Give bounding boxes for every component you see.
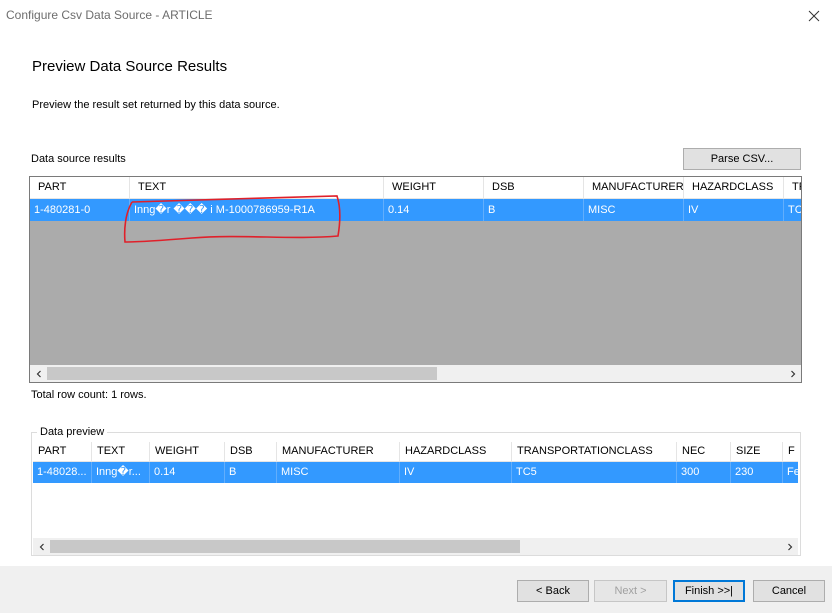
- finish-button[interactable]: Finish >>|: [673, 580, 745, 602]
- preview-cell-text: Inng�r...: [92, 462, 150, 483]
- column-header-text[interactable]: TEXT: [130, 177, 384, 199]
- preview-cell-weight: 0.14: [150, 462, 225, 483]
- close-icon: [808, 10, 820, 22]
- parse-csv-button[interactable]: Parse CSV...: [683, 148, 801, 170]
- cell-hazardclass: IV: [684, 199, 784, 221]
- chevron-left-icon: [39, 543, 44, 550]
- next-button[interactable]: Next >: [594, 580, 667, 602]
- preview-header-hazardclass[interactable]: HAZARDCLASS: [400, 442, 512, 462]
- close-button[interactable]: [800, 2, 828, 30]
- preview-scroll-left-button[interactable]: [33, 538, 50, 555]
- preview-header-f[interactable]: F: [783, 442, 798, 462]
- title-bar: Configure Csv Data Source - ARTICLE: [0, 0, 832, 32]
- preview-header-manufacturer[interactable]: MANUFACTURER: [277, 442, 400, 462]
- cancel-button[interactable]: Cancel: [753, 580, 825, 602]
- column-header-part[interactable]: PART: [30, 177, 130, 199]
- chevron-right-icon: [790, 370, 795, 377]
- preview-grid-header: PART TEXT WEIGHT DSB MANUFACTURER HAZARD…: [33, 442, 798, 462]
- table-row[interactable]: 1-48028... Inng�r... 0.14 B MISC IV TC5 …: [33, 462, 798, 483]
- chevron-right-icon: [787, 543, 792, 550]
- preview-header-dsb[interactable]: DSB: [225, 442, 277, 462]
- results-label: Data source results: [31, 153, 126, 165]
- total-row-count: Total row count: 1 rows.: [31, 389, 147, 401]
- preview-scrollbar-thumb[interactable]: [50, 540, 520, 553]
- preview-cell-dsb: B: [225, 462, 277, 483]
- preview-header-weight[interactable]: WEIGHT: [150, 442, 225, 462]
- page-description: Preview the result set returned by this …: [32, 99, 280, 111]
- scroll-right-button[interactable]: [784, 365, 801, 382]
- preview-horizontal-scrollbar[interactable]: [33, 538, 798, 555]
- preview-cell-size: 230: [731, 462, 783, 483]
- preview-grid[interactable]: PART TEXT WEIGHT DSB MANUFACTURER HAZARD…: [33, 442, 798, 555]
- chevron-left-icon: [36, 370, 41, 377]
- scroll-left-button[interactable]: [30, 365, 47, 382]
- preview-scroll-right-button[interactable]: [781, 538, 798, 555]
- cell-dsb: B: [484, 199, 584, 221]
- horizontal-scrollbar[interactable]: [30, 365, 801, 382]
- cell-weight: 0.14: [384, 199, 484, 221]
- preview-cell-f: Fe: [783, 462, 798, 483]
- column-header-weight[interactable]: WEIGHT: [384, 177, 484, 199]
- preview-cell-transportationclass: TC5: [512, 462, 677, 483]
- preview-cell-part: 1-48028...: [33, 462, 92, 483]
- preview-header-part[interactable]: PART: [33, 442, 92, 462]
- preview-header-size[interactable]: SIZE: [731, 442, 783, 462]
- page-title: Preview Data Source Results: [32, 58, 228, 75]
- back-button[interactable]: < Back: [517, 580, 589, 602]
- table-row[interactable]: 1-480281-0 Inng�r ��� i M-1000786959-R1A…: [30, 199, 801, 221]
- scrollbar-thumb[interactable]: [47, 367, 437, 380]
- column-header-hazardclass[interactable]: HAZARDCLASS: [684, 177, 784, 199]
- cell-text: Inng�r ��� i M-1000786959-R1A: [130, 199, 384, 221]
- column-header-dsb[interactable]: DSB: [484, 177, 584, 199]
- cell-part: 1-480281-0: [30, 199, 130, 221]
- preview-header-nec[interactable]: NEC: [677, 442, 731, 462]
- cell-manufacturer: MISC: [584, 199, 684, 221]
- column-header-manufacturer[interactable]: MANUFACTURER: [584, 177, 684, 199]
- preview-header-text[interactable]: TEXT: [92, 442, 150, 462]
- preview-cell-nec: 300: [677, 462, 731, 483]
- cell-transportationclass: TC5: [784, 199, 801, 221]
- preview-cell-manufacturer: MISC: [277, 462, 400, 483]
- window-title: Configure Csv Data Source - ARTICLE: [6, 8, 213, 22]
- column-header-transportationclass[interactable]: TR: [784, 177, 801, 199]
- preview-header-transportationclass[interactable]: TRANSPORTATIONCLASS: [512, 442, 677, 462]
- data-preview-legend: Data preview: [37, 426, 108, 438]
- results-grid-header: PART TEXT WEIGHT DSB MANUFACTURER HAZARD…: [30, 177, 801, 199]
- results-grid[interactable]: PART TEXT WEIGHT DSB MANUFACTURER HAZARD…: [29, 176, 802, 383]
- preview-cell-hazardclass: IV: [400, 462, 512, 483]
